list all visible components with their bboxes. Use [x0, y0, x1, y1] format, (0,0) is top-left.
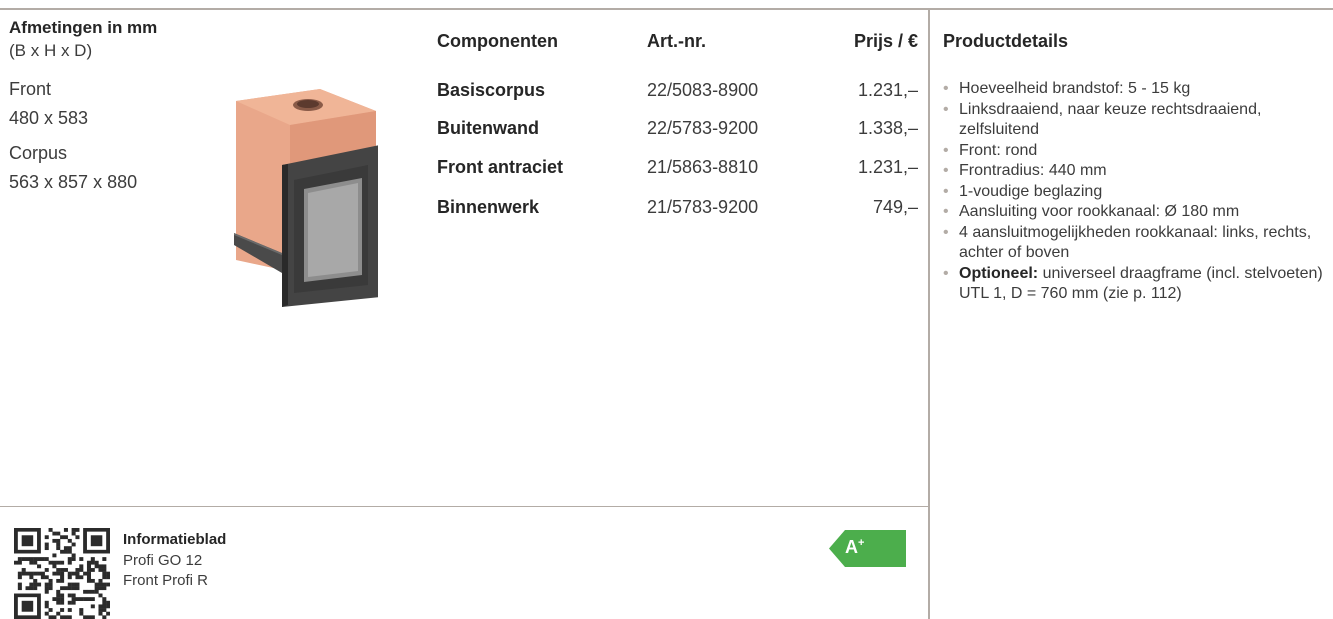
details-item: • Hoeveelheid brandstof: 5 - 15 kg	[943, 80, 1191, 97]
optional-label: Optioneel:	[959, 264, 1039, 282]
corpus-value: 563 x 857 x 880	[9, 172, 138, 192]
front-value: 480 x 583	[9, 108, 89, 128]
details-item: • 1-voudige beglazing	[943, 182, 1103, 200]
component-price: 1.231,–	[857, 80, 918, 100]
component-name: Buitenwand	[437, 118, 539, 138]
price-header: Prijs / €	[853, 31, 918, 51]
column-divider	[928, 8, 930, 619]
components-header: Componenten	[437, 31, 558, 51]
component-article: 21/5863-8810	[647, 157, 759, 177]
component-price: 1.338,–	[857, 118, 918, 138]
component-name: Basiscorpus	[437, 80, 546, 100]
details-item: • Frontradius: 440 mm	[943, 162, 1107, 179]
info-line-2: Front Profi R	[123, 572, 209, 589]
component-article: 22/5783-9200	[647, 118, 759, 138]
component-article: 22/5083-8900	[647, 80, 759, 100]
corpus-label: Corpus	[9, 143, 68, 163]
dimensions-heading: Afmetingen in mm	[9, 18, 158, 37]
component-price: 1.231,–	[857, 157, 918, 177]
info-title: Informatieblad	[123, 531, 227, 548]
details-item: • Front: rond	[943, 141, 1038, 159]
top-rule	[0, 8, 1333, 10]
component-name: Front antraciet	[437, 157, 564, 177]
info-line-1: Profi GO 12	[123, 552, 203, 569]
qr-code-icon[interactable]	[14, 528, 110, 619]
component-article: 21/5783-9200	[647, 197, 759, 217]
dimensions-subheading: (B x H x D)	[9, 41, 93, 60]
energy-label-badge	[829, 530, 906, 567]
details-item: • Aansluiting voor rookkanaal: Ø 180 mm	[943, 203, 1240, 220]
details-item: • Linksdraaiend, naar keuze rechtsdraaien…	[943, 100, 1262, 139]
details-list: • Hoeveelheid brandstof: 5 - 15 kg • Links…	[943, 79, 1328, 305]
component-price: 749,–	[872, 197, 918, 217]
energy-class: A+	[845, 537, 865, 557]
details-heading: Productdetails	[943, 31, 1069, 51]
front-label: Front	[9, 79, 52, 99]
component-name: Binnenwerk	[437, 197, 540, 217]
details-item-optional: • Optioneel: universeel draagframe (incl.…	[943, 264, 1323, 303]
stove-image	[234, 89, 378, 307]
footer-rule	[0, 506, 928, 507]
details-item: • 4 aansluitmogelijkheden rookkanaal: lin…	[943, 223, 1312, 262]
article-header: Art.-nr.	[647, 31, 707, 51]
